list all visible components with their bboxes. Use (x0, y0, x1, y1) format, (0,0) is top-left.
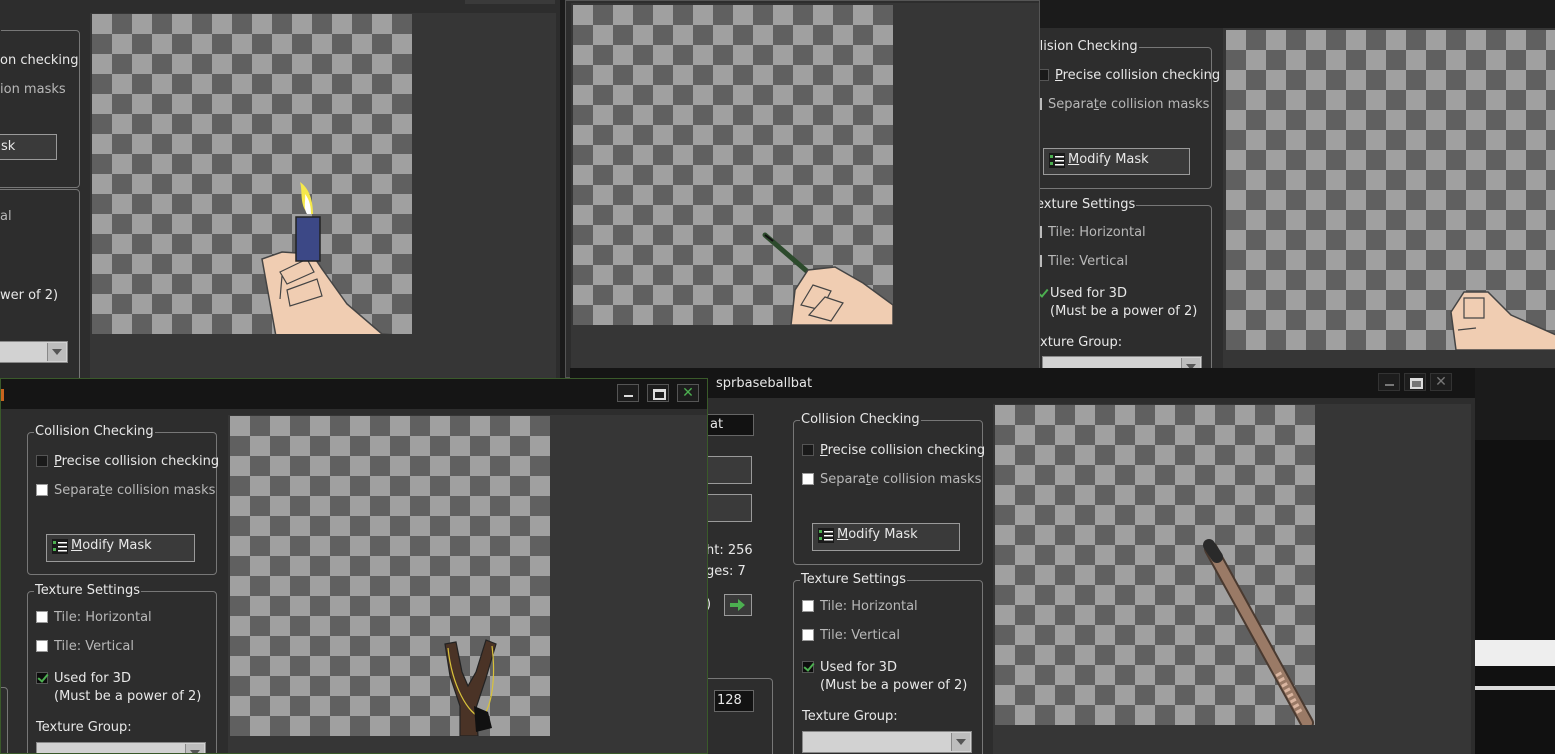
window-title: sprbaseballbat (716, 376, 813, 391)
tile-horizontal-label: al (0, 209, 12, 224)
texture-settings-title: Texture Settings (800, 572, 908, 587)
pencil-hand-sprite (762, 232, 893, 325)
precise-collision-checkbox[interactable]: Precise collision checking (802, 443, 985, 458)
used-for-3d-checkbox[interactable]: Used for 3D (1040, 286, 1127, 301)
collision-checking-title: llision Checking (1040, 39, 1139, 54)
sprite-canvas-baseballbat (995, 405, 1315, 725)
texture-group-label: Texture Group: (36, 720, 132, 735)
separate-masks-label[interactable]: ion masks (0, 82, 66, 97)
checkbox-icon[interactable] (802, 444, 814, 456)
texture-group-dropdown[interactable] (36, 742, 206, 753)
sprite-canvas-pencil (573, 5, 893, 325)
tile-horizontal-checkbox[interactable]: Tile: Horizontal (802, 599, 918, 614)
power-of-2-label: (Must be a power of 2) (1050, 304, 1198, 319)
modify-mask-button[interactable]: Modify Mask (1043, 148, 1190, 175)
load-sprite-button[interactable] (706, 494, 752, 522)
height-label: ht: 256 (706, 543, 753, 558)
tile-vertical-checkbox[interactable]: Tile: Vertical (36, 639, 134, 654)
chevron-down-icon[interactable] (1181, 358, 1200, 368)
checkbox-icon[interactable] (1040, 69, 1049, 81)
tile-vertical-checkbox[interactable]: Tile: Vertical (1040, 254, 1128, 269)
modify-mask-label: sk (1, 139, 16, 154)
titlebar-fragment (465, 0, 555, 4)
checkbox-icon[interactable] (36, 640, 48, 652)
tile-horizontal-checkbox[interactable]: Tile: Horizontal (36, 610, 152, 625)
checkbox-checked-icon[interactable] (36, 672, 48, 684)
arrow-right-icon (730, 599, 745, 611)
tile-vertical-checkbox[interactable]: Tile: Vertical (802, 628, 900, 643)
next-subimage-button[interactable] (724, 594, 752, 616)
mask-icon (52, 539, 68, 554)
baseball-bat-sprite (1203, 539, 1314, 725)
close-icon[interactable]: ✕ (1430, 373, 1452, 391)
texture-group-label: Texture Group: (802, 709, 898, 724)
sprite-canvas-slingshot (230, 416, 550, 736)
slingshot-sprite (444, 639, 497, 736)
texture-settings-title: exture Settings (1040, 197, 1137, 212)
separate-masks-checkbox[interactable]: Separate collision masks (36, 483, 215, 498)
collision-checking-title: Collision Checking (800, 412, 921, 427)
sprite-name-field[interactable]: at (706, 414, 754, 436)
modify-mask-button[interactable]: Modify Mask (812, 523, 960, 551)
left-panel-fragment (1, 687, 8, 753)
subimages-label: ges: 7 (706, 564, 746, 579)
texture-group-label: xture Group: (1040, 335, 1123, 350)
tile-horizontal-checkbox[interactable]: Tile: Horizontal (1040, 225, 1146, 240)
sprite-window-lighter: g on checking ion masks sk al wer of 2) (0, 0, 560, 378)
maximize-icon[interactable] (1404, 373, 1426, 391)
background-window-edge (1475, 440, 1555, 754)
sprite-canvas-lighter (92, 14, 412, 334)
mask-icon (818, 528, 834, 543)
checkbox-icon[interactable] (36, 455, 48, 467)
checkbox-checked-icon[interactable] (802, 661, 814, 673)
fist-sprite (1450, 291, 1555, 350)
modify-mask-button[interactable]: Modify Mask (46, 534, 195, 562)
precise-collision-checkbox[interactable]: Precise collision checking (36, 454, 219, 469)
lighter-hand-sprite (261, 182, 394, 334)
chevron-down-icon[interactable] (47, 343, 66, 361)
background-window-bar (1475, 640, 1555, 666)
power-of-2-label: wer of 2) (0, 288, 59, 303)
close-icon[interactable]: ✕ (677, 384, 699, 402)
texture-settings-title: Texture Settings (34, 583, 142, 598)
modify-mask-button[interactable]: sk (0, 134, 57, 160)
used-for-3d-checkbox[interactable]: Used for 3D (36, 671, 131, 686)
texture-group-dropdown[interactable] (0, 341, 68, 363)
edit-sprite-button[interactable] (706, 456, 752, 484)
separate-masks-checkbox[interactable]: Separate collision masks (802, 472, 981, 487)
precise-collision-label[interactable]: on checking (0, 53, 79, 68)
window-icon-fragment (1, 389, 4, 401)
mask-icon (1049, 153, 1065, 168)
sprite-window-slingshot: ✕ Collision Checking Precise collision c… (0, 378, 708, 754)
sprite-window-fist: llision Checking Precise collision check… (1040, 28, 1555, 368)
checkbox-icon[interactable] (36, 484, 48, 496)
maximize-icon[interactable] (647, 384, 669, 402)
separate-masks-checkbox[interactable]: Separate collision masks (1040, 97, 1209, 112)
minimize-icon[interactable] (617, 384, 639, 402)
sprite-window-pencil (565, 0, 1040, 378)
chevron-down-icon[interactable] (185, 744, 204, 753)
checkbox-icon[interactable] (802, 600, 814, 612)
power-of-2-label: (Must be a power of 2) (820, 678, 968, 693)
texture-group-dropdown[interactable] (1042, 356, 1202, 368)
origin-y-field[interactable]: 128 (714, 690, 754, 712)
background-window-line (1475, 686, 1555, 690)
minimize-icon[interactable] (1378, 373, 1400, 391)
checkbox-icon[interactable] (36, 611, 48, 623)
used-for-3d-checkbox[interactable]: Used for 3D (802, 660, 897, 675)
precise-collision-checkbox[interactable]: Precise collision checking (1040, 68, 1220, 83)
window-titlebar: ✕ (1, 379, 707, 409)
checkbox-icon[interactable] (802, 629, 814, 641)
checkbox-icon[interactable] (802, 473, 814, 485)
chevron-down-icon[interactable] (951, 733, 970, 751)
collision-checking-title: Collision Checking (34, 424, 155, 439)
texture-group-dropdown[interactable] (802, 731, 972, 753)
power-of-2-label: (Must be a power of 2) (54, 689, 202, 704)
sprite-canvas-fist (1226, 30, 1555, 350)
